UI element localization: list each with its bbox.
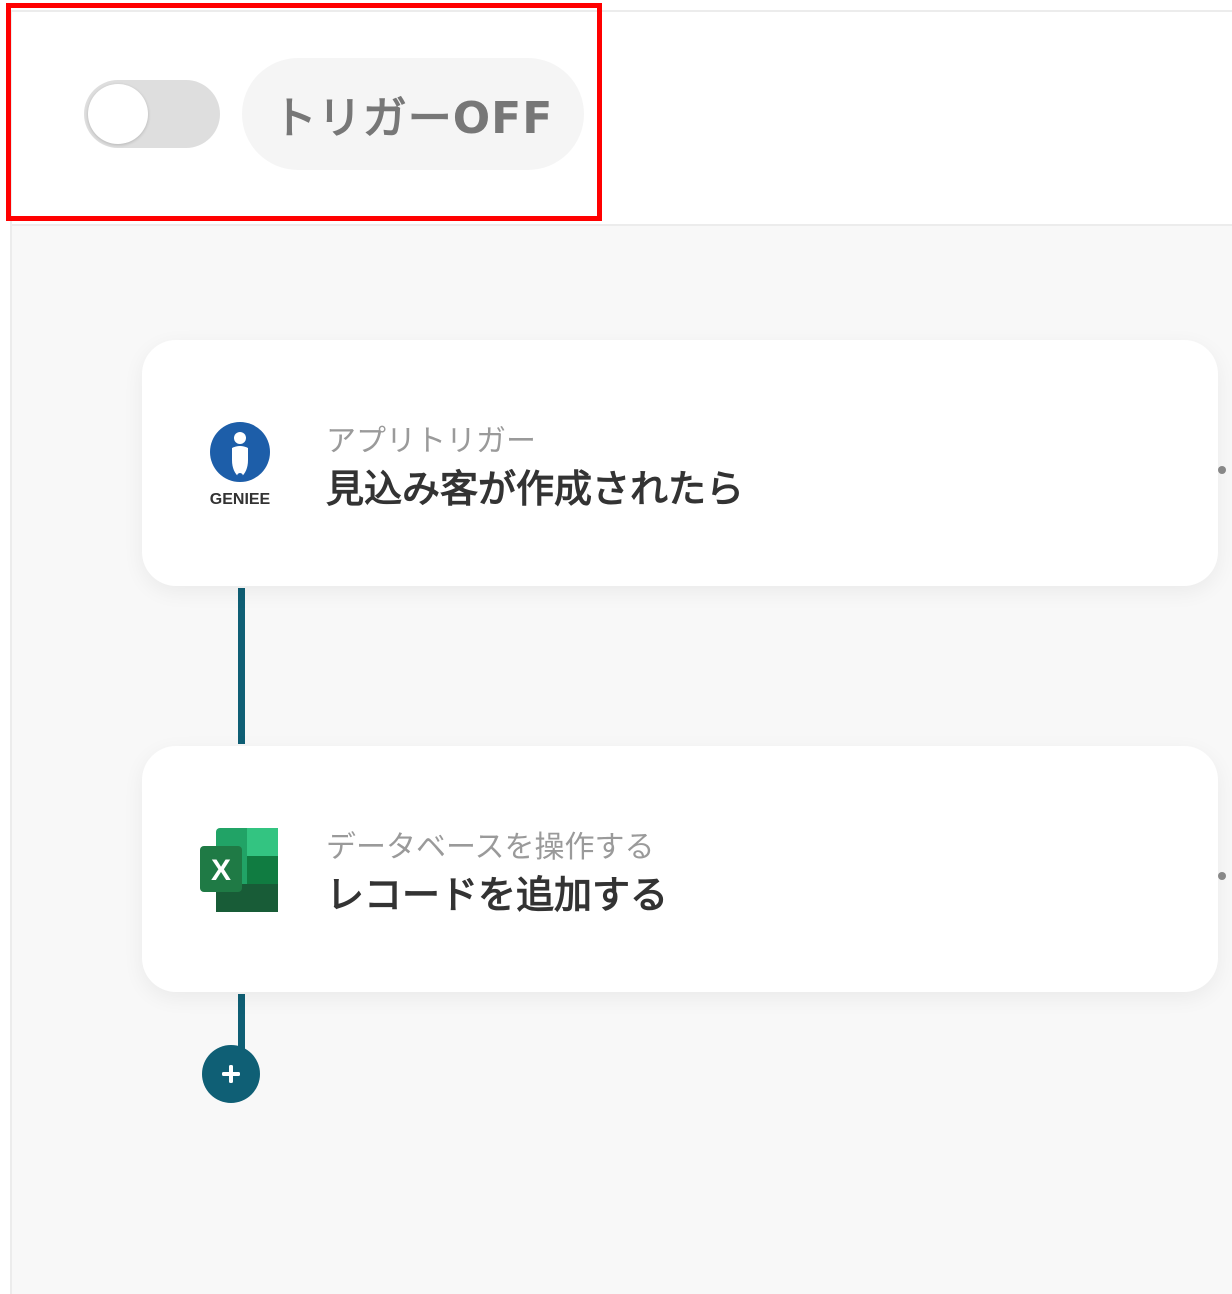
flow-step-card-action[interactable]: X データベースを操作する レコードを追加する	[142, 746, 1226, 992]
flow-step-card-trigger[interactable]: GENIEE アプリトリガー 見込み客が作成されたら	[142, 340, 1226, 586]
add-step-button[interactable]	[202, 1045, 260, 1103]
toggle-knob	[88, 84, 148, 144]
plus-icon	[222, 1065, 240, 1083]
flow-header: トリガーOFF	[12, 12, 1232, 226]
trigger-status-pill: トリガーOFF	[242, 58, 584, 170]
step-connector	[238, 588, 245, 744]
excel-icon: X	[198, 826, 282, 916]
flow-editor: トリガーOFF GENIEE アプリトリガー 見込み客が作成されたら X データ…	[10, 10, 1232, 1294]
step-edge-dot	[1218, 872, 1226, 880]
step-title: レコードを追加する	[326, 873, 669, 917]
genee-icon: GENIEE	[198, 420, 282, 510]
trigger-toggle[interactable]	[84, 80, 220, 148]
trigger-status-label: トリガーOFF	[272, 93, 554, 144]
step-edge-dot	[1218, 466, 1226, 474]
step-category: データベースを操作する	[326, 830, 655, 865]
genee-logo-text: GENIEE	[210, 491, 271, 508]
step-category: アプリトリガー	[326, 424, 536, 459]
svg-text:X: X	[211, 854, 231, 887]
step-title: 見込み客が作成されたら	[326, 467, 745, 511]
